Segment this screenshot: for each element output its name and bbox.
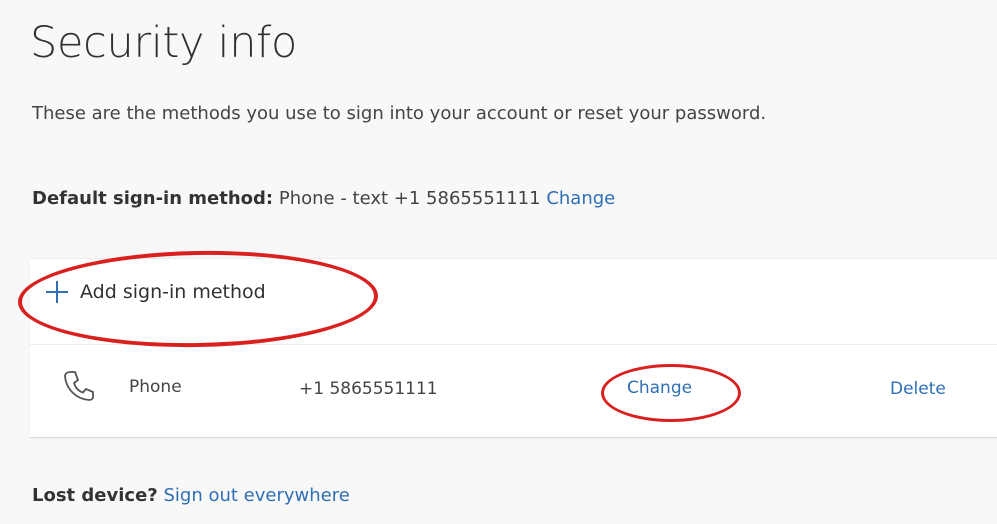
plus-icon [46,281,68,303]
default-method-change-link[interactable]: Change [546,188,615,209]
default-method-label: Default sign-in method: [32,188,274,209]
add-sign-in-method-button[interactable]: Add sign-in method [46,281,266,303]
sign-out-everywhere-link[interactable]: Sign out everywhere [163,485,349,506]
lost-device-section: Lost device? Sign out everywhere [32,485,350,506]
method-row-phone: Phone +1 5865551111 Change Delete [30,344,997,438]
method-name: Phone [129,377,182,397]
default-method-value: Phone - text +1 5865551111 [278,188,541,209]
method-phone-number: +1 5865551111 [299,379,438,399]
methods-card: Add sign-in method Phone +1 5865551111 C… [30,258,997,438]
method-delete-link[interactable]: Delete [890,379,946,399]
phone-icon [62,369,96,403]
lost-device-label: Lost device? [32,485,158,506]
method-change-link[interactable]: Change [627,378,692,398]
page-title: Security info [30,18,297,68]
default-sign-in-method: Default sign-in method: Phone - text +1 … [32,188,615,209]
add-sign-in-method-label: Add sign-in method [80,281,266,303]
page-description: These are the methods you use to sign in… [32,103,767,124]
